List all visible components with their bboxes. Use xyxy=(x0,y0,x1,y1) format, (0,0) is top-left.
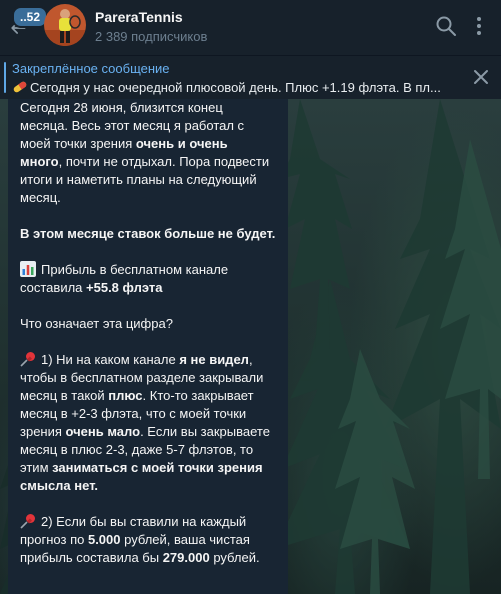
pinned-message-bar[interactable]: Закреплённое сообщение Сегодня у нас оче… xyxy=(0,55,501,99)
pushpin-emoji-icon xyxy=(20,352,35,367)
avatar-image xyxy=(44,4,86,46)
vertical-dots-icon xyxy=(477,17,481,35)
channel-avatar[interactable] xyxy=(44,4,86,46)
pill-emoji-icon xyxy=(13,81,27,93)
message-text-line: Что означает эта цифра? xyxy=(20,316,173,331)
unread-badge[interactable]: ..52 xyxy=(12,6,49,28)
search-button[interactable] xyxy=(434,14,458,38)
more-menu-button[interactable] xyxy=(468,14,490,38)
pushpin-emoji-icon xyxy=(20,514,35,529)
message-text-line: Сегодня 28 июня, близится конец xyxy=(20,100,223,115)
message-text-line: чтобы в бесплатном разделе закрывали xyxy=(20,370,264,385)
message-text-line: много, почти не отдыхал. Пора подвести xyxy=(20,154,270,169)
message-text-line: месяца. Весь этот месяц я работал с xyxy=(20,118,245,133)
channel-name[interactable]: PareraTennis xyxy=(95,9,183,25)
message-text-line: этим заниматься с моей точки зрения xyxy=(20,460,263,475)
message-text-line: итоги и наметить планы на следующий xyxy=(20,172,257,187)
subscriber-count: 2 389 подписчиков xyxy=(95,29,208,44)
message-bubble[interactable]: Сегодня 28 июня, близится конец месяца. … xyxy=(8,99,288,594)
pinned-indicator xyxy=(4,62,6,93)
message-text-line: 1) Ни на каком канале я не видел, xyxy=(20,351,253,369)
message-text-line: смысла нет. xyxy=(20,478,99,493)
message-text-line: прибыль составила бы 279.000 рублей. xyxy=(20,550,260,565)
message-text-line: месяц в плюс 2-3, даже 5-7 флэтов, то xyxy=(20,442,254,457)
bar-chart-emoji-icon xyxy=(20,261,36,277)
close-pinned-button[interactable] xyxy=(470,66,492,88)
pinned-preview: Сегодня у нас очередной плюсовой день. П… xyxy=(12,79,452,95)
message-text-line: составила +55.8 флэта xyxy=(20,280,163,295)
chat-header: ..52 PareraTennis 2 389 подписчиков xyxy=(0,0,501,55)
message-text-line: Прибыль в бесплатном канале xyxy=(20,261,228,279)
message-text-line: прогноз по 5.000 рублей, ваша чистая xyxy=(20,532,250,547)
pinned-title: Закреплённое сообщение xyxy=(12,61,170,76)
close-icon xyxy=(474,70,488,84)
message-text-line: зрения очень мало. Если вы закрываете xyxy=(20,424,270,439)
telegram-window: Сегодня 28 июня, близится конец месяца. … xyxy=(0,0,501,594)
message-bold-line: В этом месяце ставок больше не будет. xyxy=(20,226,276,241)
message-text-line: месяц в +2-3 флэта, что с моей точки xyxy=(20,406,247,421)
message-text-line: 2) Если бы вы ставили на каждый xyxy=(20,513,246,531)
message-text-line: моей точки зрения очень и очень xyxy=(20,136,228,151)
search-icon xyxy=(436,16,456,36)
message-text-line: месяц. xyxy=(20,190,61,205)
message-text-line: месяц в такой плюс. Кто-то закрывает xyxy=(20,388,254,403)
